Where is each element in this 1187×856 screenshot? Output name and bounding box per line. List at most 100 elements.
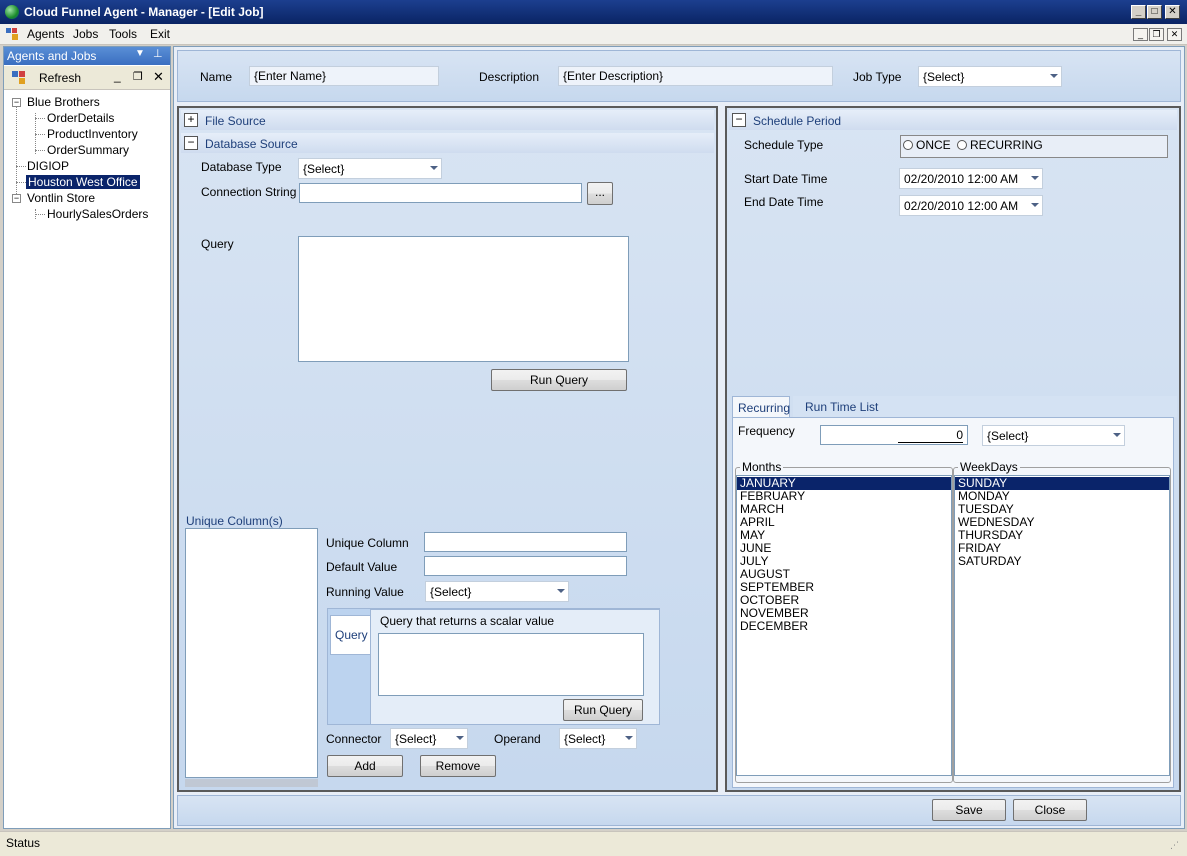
collapse-icon[interactable]: − (184, 136, 198, 150)
list-item[interactable]: APRIL (737, 516, 951, 529)
menu-agents[interactable]: Agents (27, 27, 64, 41)
expand-icon[interactable]: + (184, 113, 198, 127)
database-type-select[interactable]: {Select} (298, 158, 442, 179)
remove-button[interactable]: Remove (420, 755, 496, 777)
start-date-label: Start Date Time (744, 172, 828, 186)
schedule-type-label: Schedule Type (744, 138, 824, 152)
browse-connection-button[interactable]: ... (587, 182, 613, 205)
list-item[interactable]: JUNE (737, 542, 951, 555)
job-header-panel: Name {Enter Name} Description {Enter Des… (177, 50, 1181, 102)
dock-header: Agents and Jobs ▼ ⊥ (4, 47, 170, 65)
database-type-value: {Select} (303, 162, 345, 176)
schedule-period-label: Schedule Period (753, 114, 842, 128)
pin-icon[interactable]: ⊥ (153, 47, 163, 60)
chevron-down-icon (625, 736, 633, 740)
tree-item-order-details[interactable]: OrderDetails (47, 111, 114, 125)
mdi-restore-icon[interactable]: ❐ (1149, 28, 1164, 41)
list-item[interactable]: SATURDAY (955, 555, 1169, 568)
tree-item-order-summary[interactable]: OrderSummary (47, 143, 129, 157)
collapse-blue-brothers-icon[interactable]: − (12, 98, 21, 107)
scalar-query-textarea[interactable] (378, 633, 644, 696)
dock-dropdown-icon[interactable]: ▼ (135, 48, 145, 59)
weekdays-group: WeekDays SUNDAY MONDAY TUESDAY WEDNESDAY THU… (953, 460, 1171, 783)
mdi-minimize-icon[interactable]: _ (1133, 28, 1148, 41)
tree-item-product-inventory[interactable]: ProductInventory (47, 127, 138, 141)
collapse-icon[interactable]: − (732, 113, 746, 127)
tree-item-hourly-sales-orders[interactable]: HourlySalesOrders (47, 207, 148, 221)
unique-column-input[interactable] (424, 532, 627, 552)
run-query-button[interactable]: Run Query (491, 369, 627, 391)
schedule-panel: − Schedule Period Schedule Type ONCE REC… (725, 106, 1181, 792)
chevron-down-icon (557, 589, 565, 593)
collapse-vontlin-icon[interactable]: − (12, 194, 21, 203)
operand-label: Operand (494, 732, 541, 746)
tab-query-label: Query (335, 628, 368, 642)
edit-job-area: Name {Enter Name} Description {Enter Des… (173, 46, 1185, 829)
unique-column-label: Unique Column (326, 536, 409, 550)
tab-query[interactable]: Query (330, 615, 370, 655)
tree-item-vontlin-store[interactable]: Vontlin Store (27, 191, 95, 205)
mdi-close-icon[interactable]: ✕ (1167, 28, 1182, 41)
end-date-value: 02/20/2010 12:00 AM (904, 199, 1019, 213)
dock-restore-icon[interactable]: ❐ (133, 70, 143, 83)
months-list[interactable]: JANUARY FEBRUARY MARCH APRIL MAY JUNE JULY AUGU… (736, 475, 952, 776)
menu-exit[interactable]: Exit (150, 27, 170, 41)
recurring-radio[interactable]: RECURRING (957, 138, 1043, 152)
connector-select[interactable]: {Select} (390, 728, 468, 749)
job-type-select[interactable]: {Select} (918, 66, 1062, 87)
resize-grip-icon[interactable]: ⋰ (1170, 840, 1179, 851)
operand-select[interactable]: {Select} (559, 728, 637, 749)
scalar-run-query-button[interactable]: Run Query (563, 699, 643, 721)
operand-value: {Select} (564, 732, 606, 746)
menu-tools[interactable]: Tools (109, 27, 137, 41)
query-textarea[interactable] (298, 236, 629, 362)
list-item[interactable]: DECEMBER (737, 620, 951, 633)
running-value-select[interactable]: {Select} (425, 581, 569, 602)
tree-item-digiop[interactable]: DIGIOP (27, 159, 69, 173)
tree-item-houston-west-office[interactable]: Houston West Office (26, 175, 140, 189)
scalar-query-label: Query that returns a scalar value (380, 614, 555, 628)
tab-recurring-label: Recurring (738, 401, 791, 415)
menu-bar: Agents Jobs Tools Exit _ ❐ ✕ (0, 24, 1187, 45)
description-input[interactable]: {Enter Description} (558, 66, 833, 86)
unique-columns-scrollbar[interactable] (185, 779, 318, 787)
tree-item-blue-brothers[interactable]: Blue Brothers (27, 95, 100, 109)
dock-minimize-icon[interactable]: _ (114, 69, 121, 83)
schedule-period-header[interactable]: − Schedule Period (729, 110, 1177, 130)
weekdays-list[interactable]: SUNDAY MONDAY TUESDAY WEDNESDAY THURSDAY FRID… (954, 475, 1170, 776)
default-value-input[interactable] (424, 556, 627, 576)
menu-jobs[interactable]: Jobs (73, 27, 98, 41)
save-button[interactable]: Save (932, 799, 1006, 821)
tab-recurring[interactable]: Recurring (732, 396, 790, 418)
file-source-label: File Source (205, 114, 266, 128)
scalar-query-tab-panel: Query Query that returns a scalar value … (327, 608, 660, 725)
job-type-value: {Select} (923, 70, 965, 84)
months-group: Months JANUARY FEBRUARY MARCH APRIL MAY JUNE J… (735, 460, 953, 783)
start-date-picker[interactable]: 02/20/2010 12:00 AM (899, 168, 1043, 189)
default-value-label: Default Value (326, 560, 398, 574)
maximize-icon[interactable]: □ (1147, 5, 1162, 19)
tab-run-time-list[interactable]: Run Time List (793, 396, 1177, 417)
frequency-unit-value: {Select} (987, 429, 1029, 443)
connection-string-input[interactable] (299, 183, 582, 203)
frequency-input[interactable]: 0 (820, 425, 968, 445)
frequency-unit-select[interactable]: {Select} (982, 425, 1125, 446)
unique-columns-list[interactable] (185, 528, 318, 778)
close-button[interactable]: Close (1013, 799, 1087, 821)
chevron-down-icon (1113, 433, 1121, 437)
end-date-picker[interactable]: 02/20/2010 12:00 AM (899, 195, 1043, 216)
database-source-header[interactable]: − Database Source (181, 133, 714, 153)
name-input[interactable]: {Enter Name} (249, 66, 439, 86)
dock-close-icon[interactable]: ✕ (153, 69, 164, 85)
file-source-header[interactable]: + File Source (181, 110, 714, 130)
mdi-app-icon (6, 28, 18, 40)
refresh-icon (12, 71, 26, 85)
once-radio[interactable]: ONCE (903, 138, 951, 152)
close-icon[interactable]: ✕ (1165, 5, 1180, 19)
refresh-button[interactable]: Refresh (39, 71, 81, 85)
minimize-icon[interactable]: _ (1131, 5, 1146, 19)
dock-title: Agents and Jobs (7, 49, 97, 63)
add-button[interactable]: Add (327, 755, 403, 777)
recurring-tab-panel: Frequency 0 {Select} Months JANUARY FEBRU… (732, 417, 1174, 788)
job-type-label: Job Type (853, 70, 902, 84)
